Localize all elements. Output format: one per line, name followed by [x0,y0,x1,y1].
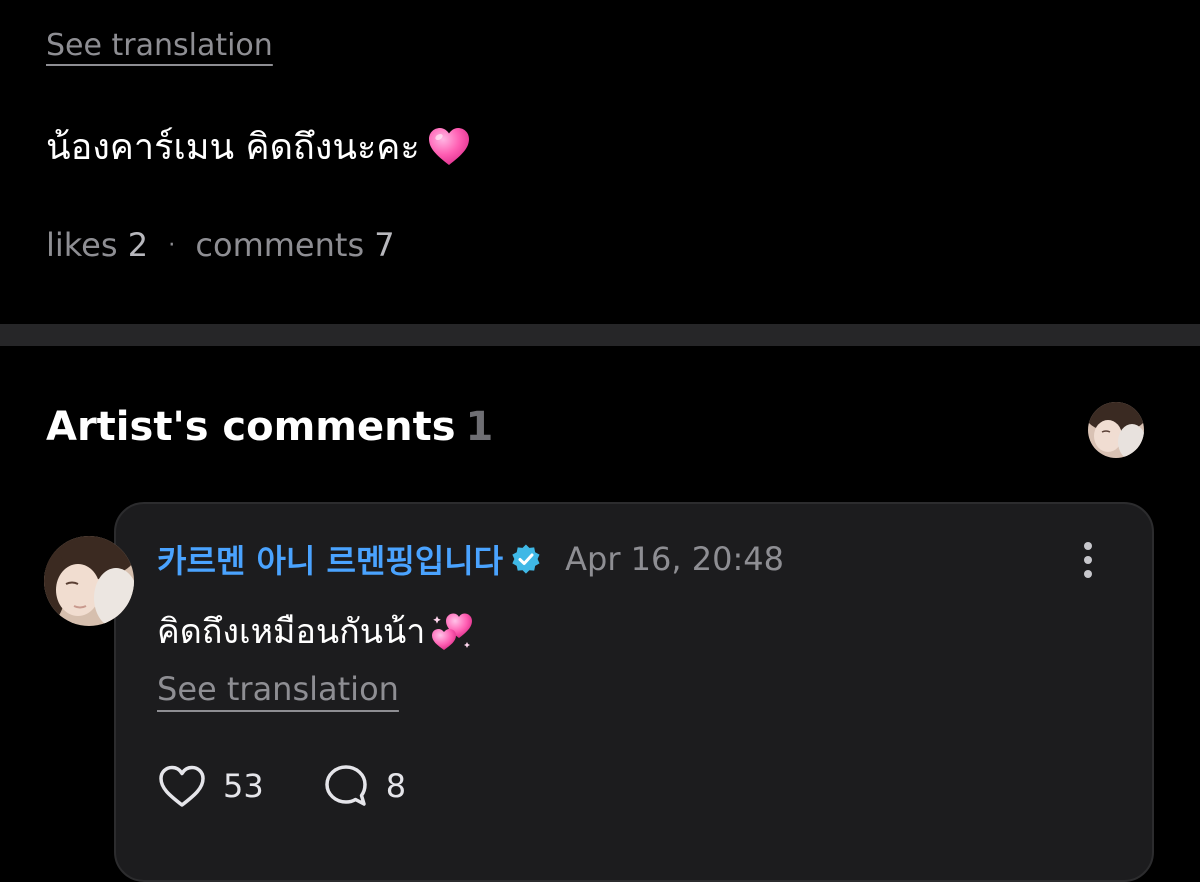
likes-count[interactable]: 2 [128,226,148,264]
likes-label: likes [46,226,118,264]
comment-author-avatar[interactable] [44,536,134,626]
post-text-content: น้องคาร์เมน คิดถึงนะคะ [46,127,420,168]
artist-comments-heading: Artist's comments [46,404,456,450]
like-button[interactable]: 53 [157,763,264,809]
verified-badge-icon [511,544,541,574]
artist-comments-count: 1 [465,404,494,450]
comment-header: 카르멘 아니 르멘핑입니다 Apr 16, 20:48 [157,536,784,582]
comment-timestamp: Apr 16, 20:48 [565,540,784,578]
reply-count: 8 [385,767,407,805]
comment-body: คิดถึงเหมือนกันน้า [157,604,475,658]
post-text: น้องคาร์เมน คิดถึงนะคะ [46,118,472,175]
more-options-button[interactable] [1070,538,1106,582]
heart-outline-icon [159,765,205,807]
section-divider [0,324,1200,346]
see-translation-link[interactable]: See translation [46,28,273,63]
comment-actions: 53 8 [157,762,406,810]
like-count: 53 [223,767,264,805]
post-stats: likes 2 · comments 7 [46,226,395,264]
artist-comments-title: Artist's comments 1 [46,404,493,450]
comments-label: comments [195,226,365,264]
stats-separator: · [168,233,176,258]
comment-see-translation-link[interactable]: See translation [157,670,399,708]
reply-button[interactable]: 8 [322,762,406,810]
artist-avatar-small[interactable] [1088,402,1144,458]
more-vertical-icon [1084,542,1092,578]
pink-heart-emoji-icon [426,124,472,170]
comment-text: คิดถึงเหมือนกันน้า [157,612,426,652]
comments-count[interactable]: 7 [374,226,394,264]
comment-author-name[interactable]: 카르멘 아니 르멘핑입니다 [157,536,503,582]
two-hearts-emoji-icon [429,608,475,654]
comment-bubble-icon [324,765,367,806]
